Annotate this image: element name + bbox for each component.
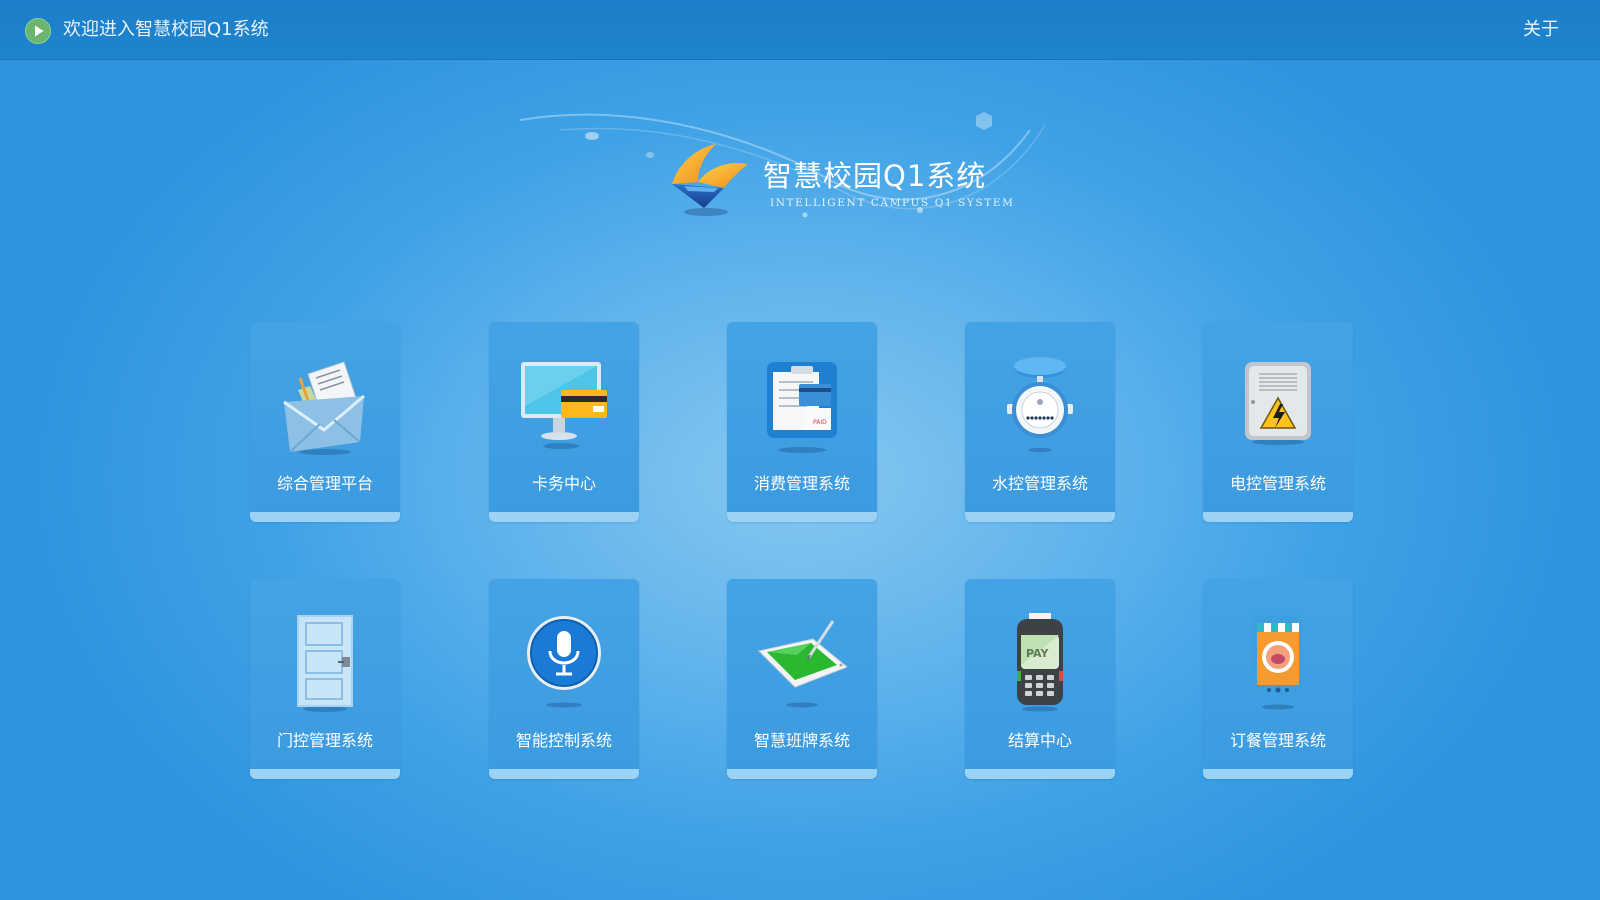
tile-card-center[interactable]: 卡务中心	[489, 322, 639, 522]
tile-label: 门控管理系统	[276, 731, 373, 750]
monitor-card-icon	[521, 362, 607, 449]
top-bar: 欢迎进入智慧校园Q1系统 关于	[0, 0, 1600, 60]
water-meter-icon	[1007, 357, 1073, 452]
tile-power-control[interactable]: 电控管理系统	[1203, 322, 1353, 522]
tile-comprehensive-management[interactable]: 综合管理平台	[250, 322, 400, 522]
clipboard-receipt-icon: PAID	[767, 362, 837, 453]
tile-label: 智能控制系统	[515, 731, 612, 750]
about-link[interactable]: 关于	[1523, 17, 1559, 43]
tile-smart-control[interactable]: 智能控制系统	[489, 579, 639, 779]
pay-terminal-icon: PAY	[1017, 613, 1063, 712]
tile-label: 电控管理系统	[1229, 474, 1326, 493]
tablet-pen-icon	[758, 620, 847, 708]
microphone-icon	[527, 616, 601, 708]
svg-text:PAY: PAY	[1026, 647, 1050, 660]
door-icon	[297, 615, 353, 712]
logo-title: 智慧校园Q1系统	[763, 159, 987, 193]
welcome-text: 欢迎进入智慧校园Q1系统	[63, 19, 269, 40]
tile-water-control[interactable]: 水控管理系统	[965, 322, 1115, 522]
campus-logo-icon	[672, 144, 748, 216]
tile-label: 水控管理系统	[991, 474, 1088, 493]
envelope-documents-icon	[283, 361, 365, 455]
tile-label: 综合管理平台	[276, 474, 373, 493]
tile-label: 卡务中心	[531, 474, 596, 493]
tile-consumption-management[interactable]: PAID 消费管理系统	[727, 322, 877, 522]
electric-box-icon	[1245, 362, 1311, 445]
svg-text:PAID: PAID	[813, 419, 827, 426]
tile-door-control[interactable]: 门控管理系统	[250, 579, 400, 779]
tile-label: 订餐管理系统	[1229, 731, 1326, 750]
play-icon[interactable]	[25, 18, 51, 44]
tile-label: 消费管理系统	[753, 474, 850, 493]
logo-subtitle: INTELLIGENT CAMPUS Q1 SYSTEM	[770, 197, 1015, 209]
tile-smart-class-board[interactable]: 智慧班牌系统	[727, 579, 877, 779]
tile-meal-order-management[interactable]: 订餐管理系统	[1203, 579, 1353, 779]
tile-label: 结算中心	[1007, 731, 1072, 750]
food-order-phone-icon	[1253, 615, 1303, 710]
tile-label: 智慧班牌系统	[753, 731, 850, 750]
tile-settlement-center[interactable]: PAY 结算中心	[965, 579, 1115, 779]
